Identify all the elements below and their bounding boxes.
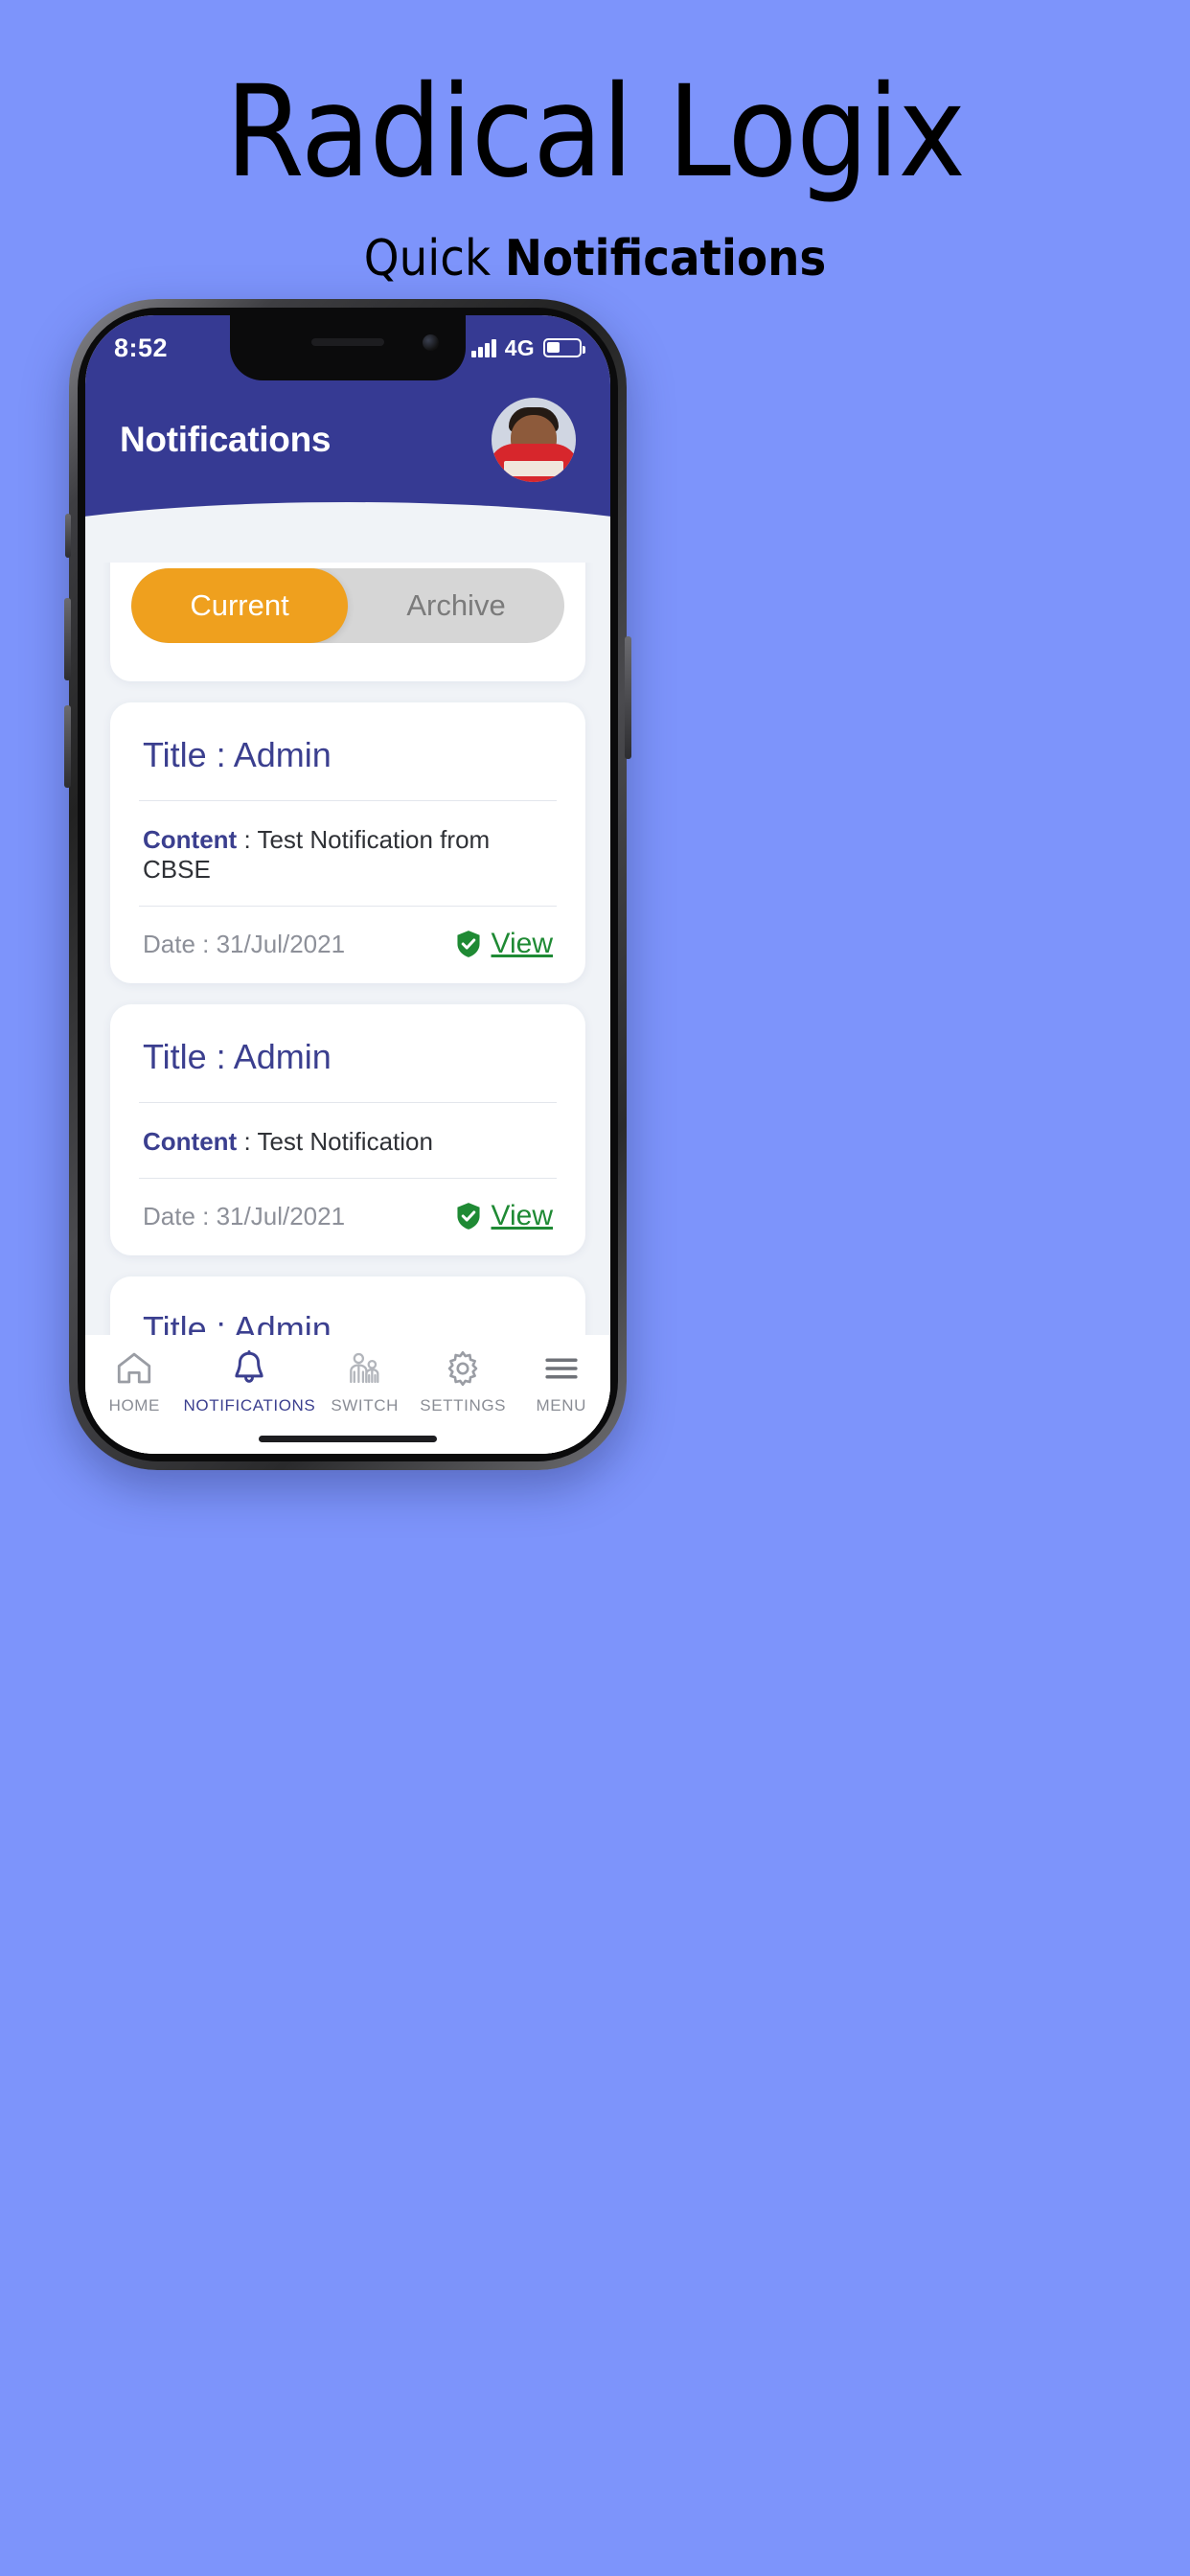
phone-notch	[230, 315, 466, 380]
tab-archive[interactable]: Archive	[348, 568, 564, 643]
phone-volume-up-button[interactable]	[64, 598, 71, 680]
notification-title-value: Admin	[233, 735, 332, 774]
gear-icon	[447, 1350, 478, 1387]
app-body: Current Archive Title : Admin Content : …	[85, 563, 610, 1454]
avatar-shirt-graphic	[504, 461, 563, 476]
notification-title-value: Admin	[233, 1037, 332, 1076]
notification-content-label: Content	[143, 1127, 238, 1156]
battery-icon	[543, 338, 585, 357]
nav-label-notifications: NOTIFICATIONS	[183, 1396, 316, 1414]
hamburger-menu-icon	[545, 1358, 578, 1379]
bottom-navigation-bar: HOME NOTIFICATIONS SWITCH SETTINGS MENU	[85, 1335, 610, 1454]
phone-mockup: 8:52 4G Notifications Current Archive Ti…	[64, 299, 631, 1470]
home-indicator[interactable]	[259, 1436, 437, 1442]
nav-label-home: HOME	[108, 1396, 160, 1414]
phone-power-button[interactable]	[625, 636, 631, 759]
tab-current[interactable]: Current	[131, 568, 348, 643]
app-header-row: Notifications	[85, 398, 610, 482]
nav-item-notifications[interactable]: NOTIFICATIONS	[184, 1348, 316, 1415]
notification-content-value: Test Notification	[257, 1127, 433, 1156]
earpiece-speaker	[311, 338, 384, 346]
view-link-text[interactable]: View	[492, 928, 553, 960]
bell-icon	[235, 1350, 264, 1383]
notification-content: Content : Test Notification	[139, 1103, 557, 1179]
nav-label-menu: MENU	[536, 1396, 586, 1414]
notification-content: Content : Test Notification from CBSE	[139, 801, 557, 907]
notification-card[interactable]: Title : Admin Content : Test Notificatio…	[110, 1004, 585, 1255]
shield-check-icon	[456, 1203, 480, 1230]
nav-label-switch: SWITCH	[331, 1396, 399, 1414]
nav-item-menu[interactable]: MENU	[512, 1348, 610, 1415]
shield-check-icon	[456, 931, 480, 957]
view-link-text[interactable]: View	[492, 1200, 553, 1232]
status-indicators: 4G	[471, 334, 585, 361]
phone-volume-down-button[interactable]	[64, 705, 71, 788]
page-title: Notifications	[120, 420, 332, 459]
status-time: 8:52	[114, 333, 169, 362]
notification-card[interactable]: Title : Admin Content : Test Notificatio…	[110, 702, 585, 983]
promo-title: Radical Logix	[225, 58, 966, 206]
notification-content-colon: :	[243, 1127, 251, 1156]
segment-card: Current Archive	[110, 563, 585, 681]
notification-content-label: Content	[143, 825, 238, 854]
header-curve-decoration	[85, 502, 610, 564]
promo-subtitle-regular: Quick	[363, 230, 505, 288]
notification-title: Title : Admin	[139, 1010, 557, 1103]
nav-item-switch[interactable]: SWITCH	[315, 1348, 414, 1415]
promo-subtitle-bold: Notifications	[504, 230, 827, 288]
network-type-label: 4G	[504, 334, 535, 360]
view-button[interactable]: View	[455, 928, 553, 960]
segment-control[interactable]: Current Archive	[131, 568, 564, 643]
notification-content-colon: :	[243, 825, 251, 854]
notification-date: Date : 31/Jul/2021	[143, 929, 346, 958]
notification-footer: Date : 31/Jul/2021 View	[139, 907, 557, 966]
people-switch-icon	[349, 1352, 379, 1384]
nav-label-settings: SETTINGS	[420, 1396, 507, 1414]
notification-title-label: Title :	[143, 735, 226, 774]
avatar[interactable]	[492, 398, 576, 482]
notification-title: Title : Admin	[139, 708, 557, 801]
promo-subtitle: Quick Notifications	[0, 230, 1190, 288]
app-header: 8:52 4G Notifications	[85, 315, 610, 564]
phone-silent-switch[interactable]	[65, 514, 71, 558]
notification-title-label: Title :	[143, 1037, 226, 1076]
nav-item-settings[interactable]: SETTINGS	[414, 1348, 513, 1415]
signal-bars-icon	[471, 338, 496, 357]
home-icon	[118, 1352, 151, 1384]
phone-screen: 8:52 4G Notifications Current Archive Ti…	[85, 315, 610, 1454]
nav-item-home[interactable]: HOME	[85, 1348, 184, 1415]
promo-header: Radical Logix Quick Notifications	[0, 0, 1190, 288]
notification-footer: Date : 31/Jul/2021 View	[139, 1179, 557, 1238]
notification-date: Date : 31/Jul/2021	[143, 1201, 346, 1230]
view-button[interactable]: View	[455, 1200, 553, 1232]
front-camera-icon	[423, 334, 439, 351]
